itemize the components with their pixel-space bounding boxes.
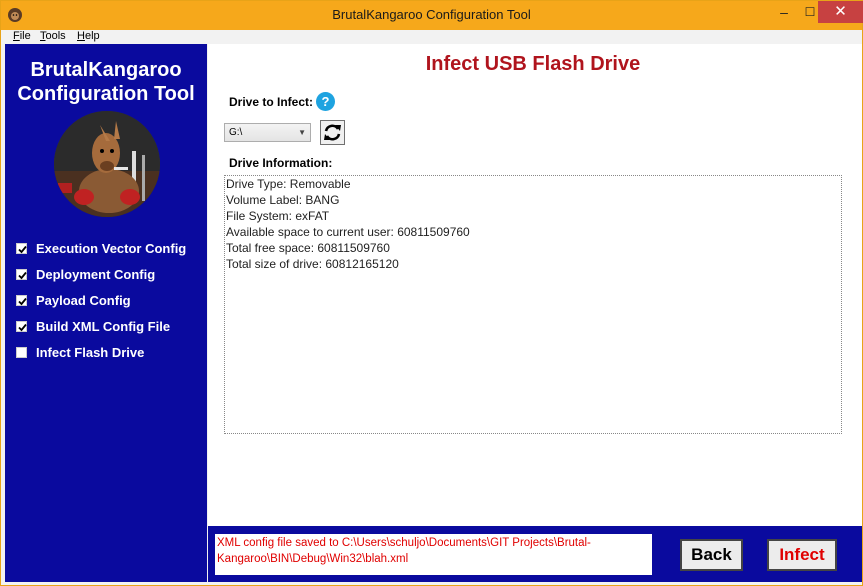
help-icon[interactable]: ? xyxy=(316,92,335,111)
step-label: Execution Vector Config xyxy=(36,241,187,256)
info-line: File System: exFAT xyxy=(226,209,330,223)
menu-file[interactable]: File xyxy=(13,30,31,42)
close-button[interactable]: ✕ xyxy=(818,1,863,23)
info-line: Drive Type: Removable xyxy=(226,177,351,191)
sidebar-title: BrutalKangaroo Configuration Tool xyxy=(17,59,195,105)
drive-select-value: G:\ xyxy=(229,127,243,138)
main-panel: Infect USB Flash Drive Drive to Infect: … xyxy=(208,44,862,526)
bottom-bar: XML config file saved to C:\Users\schulj… xyxy=(208,526,862,582)
checkbox-checked-icon xyxy=(16,269,27,280)
kangaroo-avatar-image xyxy=(54,111,160,217)
page-title: Infect USB Flash Drive xyxy=(425,53,641,75)
info-line: Volume Label: BANG xyxy=(226,193,340,207)
info-line: Total size of drive: 60812165120 xyxy=(226,257,399,271)
menu-bar: File Tools Help xyxy=(1,30,862,44)
drive-information-textbox[interactable]: Drive Type: Removable Volume Label: BANG… xyxy=(224,175,842,434)
menu-help[interactable]: Help xyxy=(77,30,100,42)
menu-tools[interactable]: Tools xyxy=(40,30,66,42)
info-line: Available space to current user: 6081150… xyxy=(226,225,470,239)
window-title: BrutalKangaroo Configuration Tool xyxy=(332,7,531,22)
chevron-down-icon: ▼ xyxy=(298,128,306,137)
refresh-drives-button[interactable] xyxy=(320,120,345,145)
drive-select[interactable]: G:\ ▼ xyxy=(224,123,311,142)
infect-button[interactable]: Infect xyxy=(767,539,837,571)
minimize-button[interactable]: – xyxy=(773,1,795,23)
step-label: Build XML Config File xyxy=(36,319,171,334)
checkbox-checked-icon xyxy=(16,321,27,332)
drive-information-label: Drive Information: xyxy=(229,156,333,170)
back-button[interactable]: Back xyxy=(680,539,743,571)
drive-to-infect-label: Drive to Infect: xyxy=(229,95,314,109)
step-label: Deployment Config xyxy=(36,267,156,282)
checkbox-checked-icon xyxy=(16,243,27,254)
step-label: Payload Config xyxy=(36,293,131,308)
step-label: Infect Flash Drive xyxy=(36,345,145,360)
info-line: Total free space: 60811509760 xyxy=(226,241,390,255)
refresh-icon xyxy=(324,124,341,141)
status-message: XML config file saved to C:\Users\schulj… xyxy=(215,534,652,575)
checkbox-unchecked-icon xyxy=(16,347,27,358)
sidebar: BrutalKangaroo Configuration Tool Execut… xyxy=(5,44,207,582)
title-bar[interactable]: BrutalKangaroo Configuration Tool – ☐ ✕ xyxy=(1,1,863,30)
checkbox-checked-icon xyxy=(16,295,27,306)
app-window: BrutalKangaroo Configuration Tool – ☐ ✕ … xyxy=(0,0,863,586)
